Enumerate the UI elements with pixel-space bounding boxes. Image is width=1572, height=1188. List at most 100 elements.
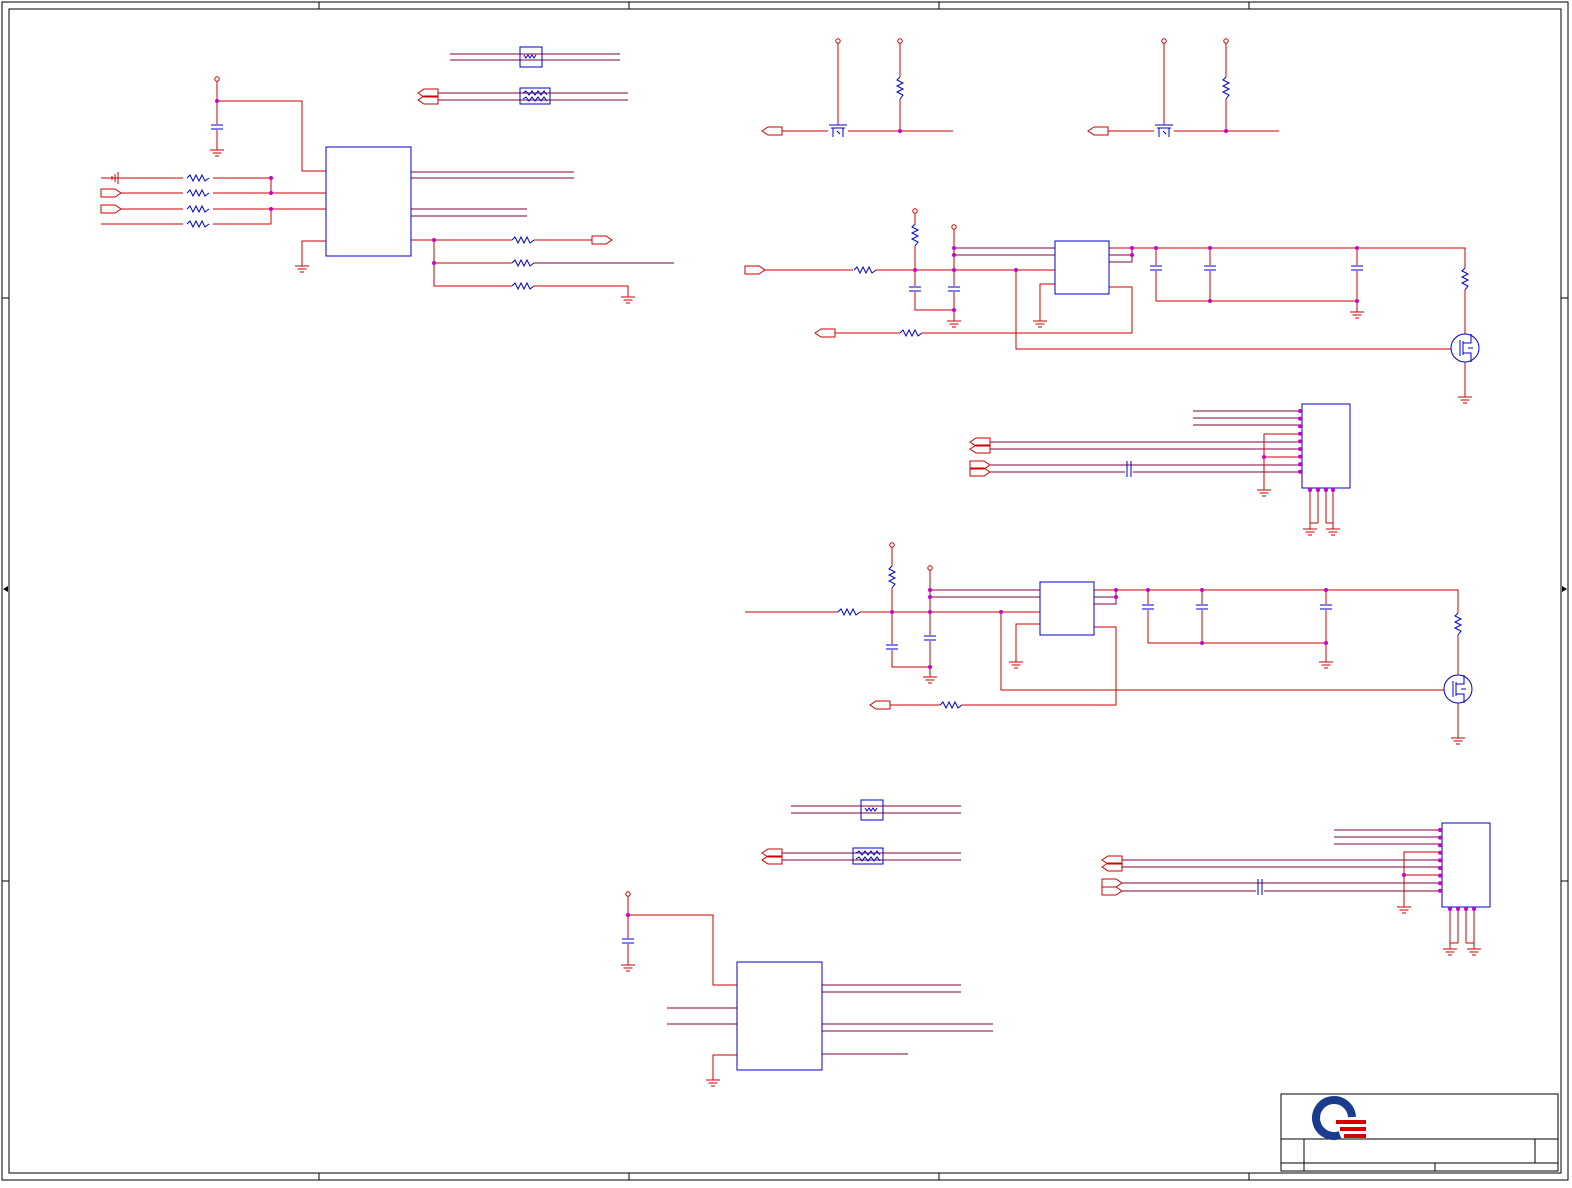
junction-dot bbox=[1200, 588, 1204, 592]
capacitor bbox=[211, 124, 223, 130]
ground-symbol bbox=[1033, 315, 1047, 328]
ground-symbol bbox=[706, 1074, 720, 1087]
capacitor bbox=[1196, 604, 1208, 610]
junction-dot bbox=[1316, 488, 1320, 492]
power-port bbox=[951, 224, 957, 230]
wire bbox=[1000, 612, 1444, 691]
power-port bbox=[1223, 38, 1229, 44]
junction-dot bbox=[1456, 907, 1460, 911]
resistor bbox=[1453, 612, 1463, 636]
ic-package bbox=[325, 146, 412, 257]
ground-symbol bbox=[621, 291, 635, 304]
resistor bbox=[939, 700, 963, 710]
junction-dot bbox=[999, 610, 1003, 614]
ground-symbol bbox=[1451, 732, 1465, 745]
power-port bbox=[1161, 38, 1167, 44]
ferrite-bead bbox=[519, 87, 551, 105]
junction-dot bbox=[1464, 907, 1468, 911]
ferrite-bead bbox=[860, 799, 884, 821]
resistor bbox=[186, 173, 210, 183]
resistor bbox=[887, 565, 897, 589]
wire bbox=[534, 285, 629, 292]
capacitor bbox=[1204, 265, 1216, 271]
junction-dot bbox=[898, 129, 902, 133]
junction-dot bbox=[1298, 454, 1302, 459]
wire bbox=[1015, 270, 1451, 350]
junction-dot bbox=[1331, 488, 1335, 492]
junction-dot bbox=[1438, 828, 1442, 832]
junction-dot bbox=[626, 913, 630, 917]
off-page-connector bbox=[761, 126, 783, 136]
resistor bbox=[186, 204, 210, 214]
ground-symbol bbox=[1467, 943, 1481, 956]
junction-dot bbox=[1154, 246, 1158, 250]
junction-dot bbox=[1324, 488, 1328, 492]
power-port bbox=[897, 38, 903, 44]
wire bbox=[891, 650, 930, 668]
junction-dot bbox=[952, 268, 956, 272]
off-page-connector bbox=[1101, 886, 1123, 896]
junction-dot bbox=[1438, 843, 1442, 848]
junction-dot bbox=[1130, 253, 1134, 257]
junction-dot bbox=[1208, 246, 1212, 250]
capacitor bbox=[1150, 265, 1162, 271]
resistor bbox=[853, 265, 877, 275]
resistor bbox=[899, 328, 923, 338]
ground-symbol bbox=[295, 260, 309, 273]
junction-dot bbox=[1298, 424, 1302, 429]
wire bbox=[213, 177, 272, 194]
junction-dot bbox=[1355, 299, 1359, 303]
capacitor bbox=[622, 938, 634, 944]
junction-dot bbox=[1355, 246, 1359, 250]
ground-symbol bbox=[1458, 391, 1472, 404]
junction-dot bbox=[1438, 888, 1442, 893]
off-page-connector bbox=[100, 188, 122, 198]
junction-dot bbox=[269, 207, 273, 211]
junction-dot bbox=[1438, 858, 1442, 863]
junction-dot bbox=[269, 176, 273, 180]
ground-symbol bbox=[1009, 656, 1023, 669]
ground-symbol bbox=[1350, 306, 1364, 319]
junction-dot bbox=[1298, 439, 1302, 444]
junction-dot bbox=[928, 588, 932, 592]
junction-dot bbox=[1114, 588, 1118, 592]
connector-header bbox=[1301, 403, 1351, 489]
junction-dot bbox=[1438, 866, 1442, 870]
junction-dot bbox=[1146, 588, 1150, 592]
resistor bbox=[511, 281, 535, 291]
ic-package bbox=[1039, 581, 1095, 636]
junction-dot bbox=[913, 268, 917, 272]
wire bbox=[1094, 590, 1117, 598]
off-page-connector bbox=[591, 235, 613, 245]
junction-dot bbox=[890, 610, 894, 614]
junction-dot bbox=[1114, 595, 1118, 599]
junction-dot bbox=[1208, 299, 1212, 303]
ground-symbol bbox=[1257, 484, 1271, 497]
ic-package bbox=[736, 961, 823, 1071]
wire bbox=[1015, 623, 1040, 657]
wire bbox=[301, 240, 326, 260]
power-port bbox=[214, 76, 220, 82]
capacitor bbox=[886, 644, 898, 650]
wire bbox=[914, 292, 954, 311]
schematic-canvas bbox=[1, 1, 1569, 1181]
capacitor bbox=[948, 286, 960, 292]
junction-dot bbox=[1298, 409, 1302, 413]
junction-dot bbox=[1308, 488, 1312, 492]
off-page-connector bbox=[100, 204, 122, 214]
frame-center-marks bbox=[3, 586, 1567, 592]
junction-dot bbox=[928, 665, 932, 669]
ground-symbol bbox=[210, 144, 224, 157]
capacitor bbox=[1126, 461, 1132, 477]
junction-dot bbox=[432, 261, 436, 265]
mosfet bbox=[1443, 674, 1473, 704]
wire bbox=[627, 896, 737, 986]
junction-dot bbox=[952, 253, 956, 257]
ground-symbol bbox=[1319, 656, 1333, 669]
resistor bbox=[511, 235, 535, 245]
off-page-connector bbox=[1087, 126, 1109, 136]
junction-dot bbox=[1298, 431, 1302, 436]
junction-dot bbox=[1402, 873, 1406, 877]
capacitor bbox=[1142, 604, 1154, 610]
wire bbox=[1109, 255, 1133, 263]
